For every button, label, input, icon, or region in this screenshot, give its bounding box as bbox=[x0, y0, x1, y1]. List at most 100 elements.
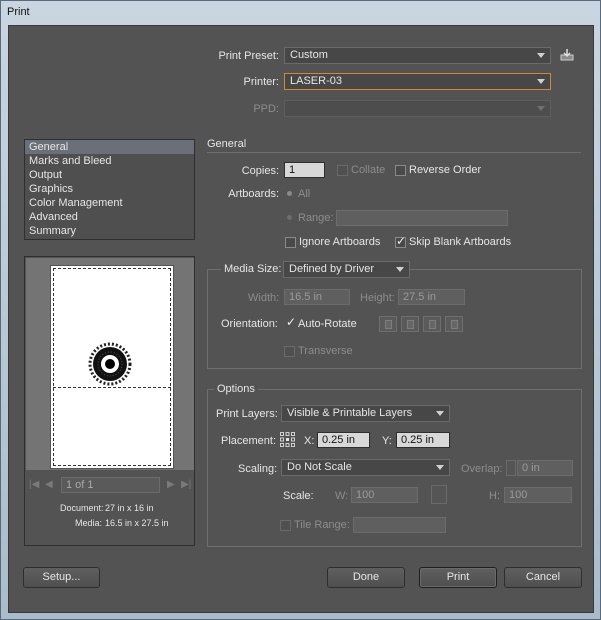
print-layers-dropdown[interactable]: Visible & Printable Layers bbox=[281, 405, 450, 422]
copies-input[interactable]: 1 bbox=[284, 162, 325, 178]
y-input[interactable]: 0.25 in bbox=[396, 432, 450, 448]
scaling-value: Do Not Scale bbox=[287, 461, 352, 473]
landscape-orientation-icon[interactable] bbox=[401, 316, 419, 332]
done-button[interactable]: Done bbox=[327, 567, 405, 588]
chevron-down-icon bbox=[396, 267, 404, 272]
category-item-color-management[interactable]: Color Management bbox=[25, 196, 194, 210]
collate-label: Collate bbox=[351, 164, 386, 176]
preview-panel: |◀ ◀ 1 of 1 ▶ ▶| Document: 27 in x 16 in… bbox=[24, 256, 195, 546]
all-label: All bbox=[298, 188, 311, 200]
transverse-label: Transverse bbox=[298, 345, 353, 357]
ppd-label: PPD: bbox=[253, 103, 279, 115]
page-number-input[interactable]: 1 of 1 bbox=[61, 477, 160, 493]
portrait-orientation-icon[interactable] bbox=[379, 316, 397, 332]
general-heading: General bbox=[207, 138, 247, 150]
category-item-general[interactable]: General bbox=[25, 140, 194, 154]
media-size-dropdown[interactable]: Defined by Driver bbox=[283, 261, 410, 278]
x-input[interactable]: 0.25 in bbox=[317, 432, 370, 448]
print-dialog-window: Print Print Preset: Custom Printer: LASE… bbox=[0, 0, 601, 620]
chevron-down-icon bbox=[436, 411, 444, 416]
range-label: Range: bbox=[298, 212, 334, 224]
chevron-down-icon bbox=[537, 79, 545, 84]
printer-dropdown[interactable]: LASER-03 bbox=[284, 73, 551, 90]
window-title: Print bbox=[7, 6, 30, 18]
print-preset-value: Custom bbox=[290, 49, 328, 61]
general-divider bbox=[207, 152, 581, 153]
x-label: X: bbox=[304, 435, 315, 447]
auto-rotate-label: Auto-Rotate bbox=[298, 318, 357, 330]
tile-range-input[interactable] bbox=[353, 517, 446, 533]
scaling-label: Scaling: bbox=[238, 463, 278, 475]
print-layers-value: Visible & Printable Layers bbox=[287, 407, 413, 419]
document-size-label: Document: bbox=[60, 503, 104, 513]
checkmark-icon: ✓ bbox=[286, 315, 297, 329]
tile-range-label: Tile Range: bbox=[294, 519, 350, 531]
first-page-icon[interactable]: |◀ bbox=[29, 479, 39, 490]
ignore-artboards-checkbox[interactable] bbox=[285, 237, 296, 248]
scale-label: Scale: bbox=[283, 490, 314, 502]
y-label: Y: bbox=[382, 435, 392, 447]
category-item-output[interactable]: Output bbox=[25, 168, 194, 182]
collate-checkbox[interactable] bbox=[337, 165, 348, 176]
height-input[interactable]: 27.5 in bbox=[398, 289, 465, 305]
scale-width-input[interactable]: 100 bbox=[351, 487, 418, 503]
all-radio[interactable] bbox=[287, 191, 292, 196]
title-bar[interactable]: Print bbox=[1, 1, 600, 25]
media-size-summary-label: Media: bbox=[75, 518, 103, 528]
ppd-dropdown[interactable] bbox=[284, 100, 551, 117]
overlap-stepper-icon[interactable] bbox=[506, 460, 516, 476]
constrain-proportions-icon[interactable] bbox=[431, 485, 447, 504]
w-label: W: bbox=[335, 490, 349, 502]
category-item-advanced[interactable]: Advanced bbox=[25, 210, 194, 224]
print-button[interactable]: Print bbox=[419, 567, 497, 588]
reverse-order-label: Reverse Order bbox=[409, 164, 482, 176]
print-preset-dropdown[interactable]: Custom bbox=[284, 47, 551, 64]
width-input[interactable]: 16.5 in bbox=[284, 289, 350, 305]
media-size-value: Defined by Driver bbox=[289, 263, 374, 275]
reverse-order-checkbox[interactable] bbox=[395, 165, 406, 176]
category-item-summary[interactable]: Summary bbox=[25, 224, 194, 238]
ignore-artboards-label: Ignore Artboards bbox=[299, 236, 381, 248]
placement-label: Placement: bbox=[221, 435, 277, 447]
category-item-marks-and-bleed[interactable]: Marks and Bleed bbox=[25, 154, 194, 168]
flipped-portrait-orientation-icon[interactable] bbox=[423, 316, 441, 332]
height-label: Height: bbox=[360, 292, 395, 304]
next-page-icon[interactable]: ▶ bbox=[167, 479, 175, 490]
width-label: Width: bbox=[248, 292, 280, 304]
setup-button[interactable]: Setup... bbox=[23, 567, 100, 588]
chevron-down-icon bbox=[436, 465, 444, 470]
printer-value: LASER-03 bbox=[290, 75, 342, 87]
scale-height-input[interactable]: 100 bbox=[504, 487, 572, 503]
previous-page-icon[interactable]: ◀ bbox=[45, 479, 53, 490]
print-layers-label: Print Layers: bbox=[216, 408, 278, 420]
tile-boundary bbox=[53, 387, 171, 388]
skip-blank-artboards-label: Skip Blank Artboards bbox=[409, 236, 512, 248]
transverse-checkbox[interactable] bbox=[284, 346, 295, 357]
reference-point-icon[interactable] bbox=[280, 432, 295, 447]
media-size-summary-value: 16.5 in x 27.5 in bbox=[105, 518, 169, 528]
artwork-thumbnail bbox=[88, 342, 132, 386]
chevron-down-icon bbox=[537, 106, 545, 111]
preview-area[interactable] bbox=[26, 258, 194, 470]
cancel-button[interactable]: Cancel bbox=[504, 567, 582, 588]
copies-label: Copies: bbox=[241, 165, 279, 177]
orientation-label: Orientation: bbox=[221, 318, 278, 330]
print-preset-label: Print Preset: bbox=[218, 50, 279, 62]
dialog-body: Print Preset: Custom Printer: LASER-03 P… bbox=[8, 25, 594, 613]
document-size-value: 27 in x 16 in bbox=[105, 503, 154, 513]
range-input[interactable] bbox=[336, 210, 508, 226]
chevron-down-icon bbox=[537, 53, 545, 58]
overlap-input[interactable]: 0 in bbox=[517, 460, 573, 476]
overlap-label: Overlap: bbox=[461, 463, 503, 475]
tile-range-checkbox[interactable] bbox=[280, 520, 291, 531]
category-item-graphics[interactable]: Graphics bbox=[25, 182, 194, 196]
flipped-landscape-orientation-icon[interactable] bbox=[445, 316, 463, 332]
scaling-dropdown[interactable]: Do Not Scale bbox=[281, 459, 450, 476]
save-preset-icon[interactable] bbox=[560, 48, 574, 62]
category-list[interactable]: General Marks and Bleed Output Graphics … bbox=[24, 139, 195, 240]
range-radio[interactable] bbox=[287, 215, 292, 220]
last-page-icon[interactable]: ▶| bbox=[181, 479, 191, 490]
options-label: Options bbox=[214, 383, 258, 395]
checkmark-icon: ✓ bbox=[396, 234, 407, 248]
media-size-label: Media Size: bbox=[221, 263, 285, 275]
